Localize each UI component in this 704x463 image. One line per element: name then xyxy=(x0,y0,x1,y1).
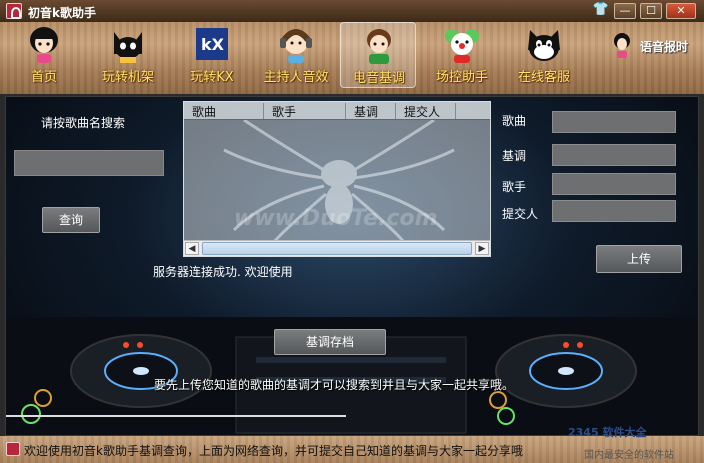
table-horizontal-scrollbar[interactable]: ◀ ▶ xyxy=(184,240,490,256)
window-title: 初音k歌助手 xyxy=(28,6,96,20)
maximize-button[interactable]: ☐ xyxy=(640,3,662,19)
svg-text:kX: kX xyxy=(201,35,225,54)
key-field[interactable] xyxy=(552,144,676,166)
felix-cat-icon xyxy=(528,30,560,61)
query-button[interactable]: 查询 xyxy=(42,207,100,233)
girl-avatar-icon xyxy=(30,27,58,63)
minimize-button[interactable]: — xyxy=(614,3,636,19)
upload-button[interactable]: 上传 xyxy=(596,245,682,273)
toolbar-label: 主持人音效 xyxy=(263,70,329,85)
toolbar-item-home[interactable]: 首页 xyxy=(6,22,82,88)
brand-watermark: 2345 软件大全 xyxy=(568,426,647,439)
main-panel: 请按歌曲名搜索 查询 歌曲 歌手 基调 提交人 www.DuoTe.com ◀ … xyxy=(5,96,699,436)
key-archive-button[interactable]: 基调存档 xyxy=(274,329,386,355)
column-header-song[interactable]: 歌曲 xyxy=(184,103,264,119)
voice-avatar-icon xyxy=(614,33,630,58)
watermark: www.DuoTe.com xyxy=(234,206,438,231)
song-search-input[interactable] xyxy=(14,150,164,176)
toolbar-item-support[interactable]: 在线客服 xyxy=(506,22,582,88)
song-field[interactable] xyxy=(552,111,676,133)
brand-subtitle: 国内最安全的软件站 xyxy=(584,450,674,461)
footer-message: 欢迎使用初音k歌助手基调查询，上面为网络查询，并可提交自己知道的基调与大家一起分… xyxy=(24,444,523,458)
submitter-field[interactable] xyxy=(552,200,676,222)
toolbar-label: 玩转机架 xyxy=(101,70,154,85)
toolbar-item-field-control[interactable]: 场控助手 xyxy=(424,22,500,88)
toolbar-label: 首页 xyxy=(30,70,57,85)
scroll-left-icon[interactable]: ◀ xyxy=(185,242,199,255)
headphones-boy-icon xyxy=(280,29,312,63)
toolbar: 首页 玩转机架 kX 玩转KX 主持人音效 电音基调 场控助手 在线客服 语音报… xyxy=(0,22,704,94)
green-shirt-boy-icon xyxy=(367,29,391,64)
clown-icon xyxy=(445,29,479,63)
status-bar: 欢迎使用初音k歌助手基调查询，上面为网络查询，并可提交自己知道的基调与大家一起分… xyxy=(0,426,704,463)
column-header-submitter[interactable]: 提交人 xyxy=(396,103,456,119)
column-header-singer[interactable]: 歌手 xyxy=(264,103,346,119)
app-icon xyxy=(6,3,22,19)
submitter-label: 提交人 xyxy=(502,207,539,221)
toolbar-item-rack[interactable]: 玩转机架 xyxy=(90,22,166,88)
share-hint: 要先上传您知道的歌曲的基调才可以搜索到并且与大家一起共享哦。 xyxy=(154,378,515,392)
progress-line xyxy=(6,415,346,417)
toolbar-label: 电音基调 xyxy=(352,71,405,86)
key-label: 基调 xyxy=(502,149,527,163)
toolbar-item-electro-key[interactable]: 电音基调 xyxy=(340,22,416,88)
kx-logo-icon: kX xyxy=(196,28,228,60)
close-button[interactable]: ✕ xyxy=(666,3,696,19)
title-bar: 初音k歌助手 👕 — ☐ ✕ xyxy=(0,0,704,22)
singer-label: 歌手 xyxy=(502,180,527,194)
scrollbar-thumb[interactable] xyxy=(202,242,472,255)
scroll-right-icon[interactable]: ▶ xyxy=(475,242,489,255)
column-header-key[interactable]: 基调 xyxy=(346,103,396,119)
results-table[interactable]: 歌曲 歌手 基调 提交人 www.DuoTe.com ◀ ▶ xyxy=(183,101,491,257)
toolbar-item-kx[interactable]: kX 玩转KX xyxy=(174,22,250,88)
voice-time-button[interactable]: 语音报时 xyxy=(612,32,702,62)
toolbar-label: 在线客服 xyxy=(517,70,570,85)
table-header: 歌曲 歌手 基调 提交人 xyxy=(184,102,490,120)
song-label: 歌曲 xyxy=(502,114,527,128)
skin-button[interactable]: 👕 xyxy=(590,3,612,19)
singer-field[interactable] xyxy=(552,173,676,195)
toolbar-label: 场控助手 xyxy=(435,70,488,85)
voice-time-label: 语音报时 xyxy=(640,40,689,54)
search-label: 请按歌曲名搜索 xyxy=(41,116,126,130)
app-icon-small xyxy=(6,442,20,456)
toolbar-label: 玩转KX xyxy=(190,70,234,85)
connection-status: 服务器连接成功. 欢迎使用 xyxy=(153,265,293,279)
toolbar-item-host-effects[interactable]: 主持人音效 xyxy=(258,22,334,88)
black-cat-icon xyxy=(114,32,142,63)
